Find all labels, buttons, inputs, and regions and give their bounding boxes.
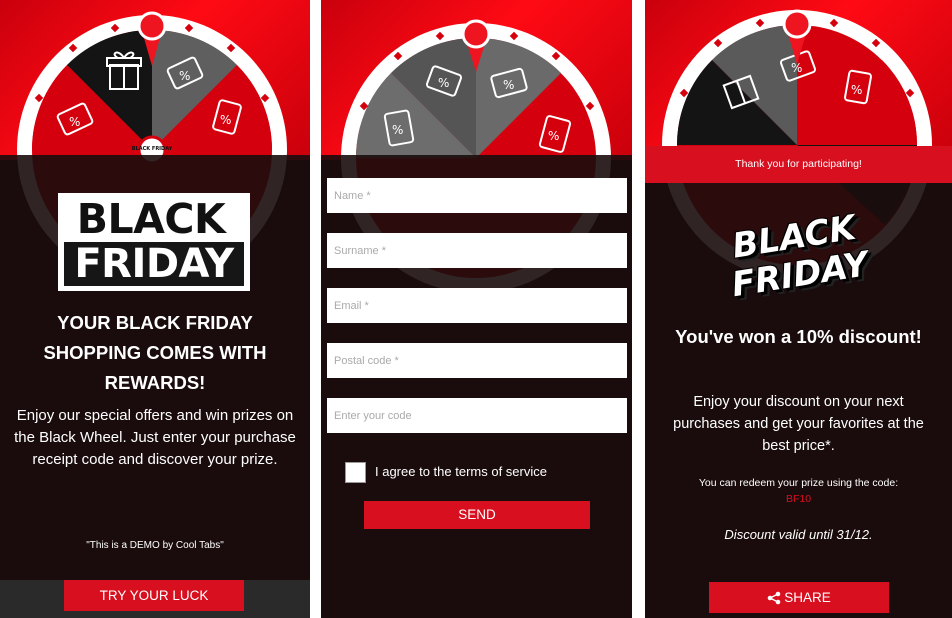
- black-friday-logo: BLACK FRIDAY: [722, 208, 872, 305]
- result-panel: % % Thank you for participating! BLACK F…: [645, 0, 952, 618]
- try-your-luck-button[interactable]: TRY YOUR LUCK: [64, 580, 244, 611]
- validity-note: Discount valid until 31/12.: [724, 527, 873, 542]
- form-panel: % % % % Name * Surname * Email * Postal …: [321, 0, 632, 618]
- terms-label[interactable]: I agree to the terms of service: [375, 464, 547, 479]
- email-field[interactable]: [327, 288, 627, 323]
- redeem-text: You can redeem your prize using the code…: [698, 477, 899, 489]
- prize-title: You've won a 10% discount!: [675, 326, 922, 347]
- demo-note: "This is a DEMO by Cool Tabs": [86, 540, 224, 551]
- terms-checkbox[interactable]: [345, 462, 366, 483]
- intro-panel: % % % BLACK FRIDAY BLACK FRIDAY YOUR BLA…: [0, 0, 310, 618]
- name-field[interactable]: [327, 178, 627, 213]
- code-field[interactable]: [327, 398, 627, 433]
- logo-line-black: BLACK: [61, 196, 241, 242]
- share-button[interactable]: SHARE: [709, 582, 889, 613]
- thank-you-banner: Thank you for participating!: [645, 146, 952, 183]
- surname-field[interactable]: [327, 233, 627, 268]
- share-icon: [767, 591, 781, 605]
- black-friday-logo: BLACK FRIDAY: [58, 193, 250, 291]
- headline: YOUR BLACK FRIDAY SHOPPING COMES WITH RE…: [43, 312, 267, 393]
- share-label: SHARE: [784, 590, 831, 605]
- prize-description: Enjoy your discount on your next purchas…: [673, 394, 924, 454]
- postal-code-field[interactable]: [327, 343, 627, 378]
- discount-code: BF10: [785, 493, 812, 505]
- logo-line-friday: FRIDAY: [64, 242, 244, 286]
- description: Enjoy our special offers and win prizes …: [14, 407, 296, 468]
- send-button[interactable]: SEND: [364, 501, 590, 529]
